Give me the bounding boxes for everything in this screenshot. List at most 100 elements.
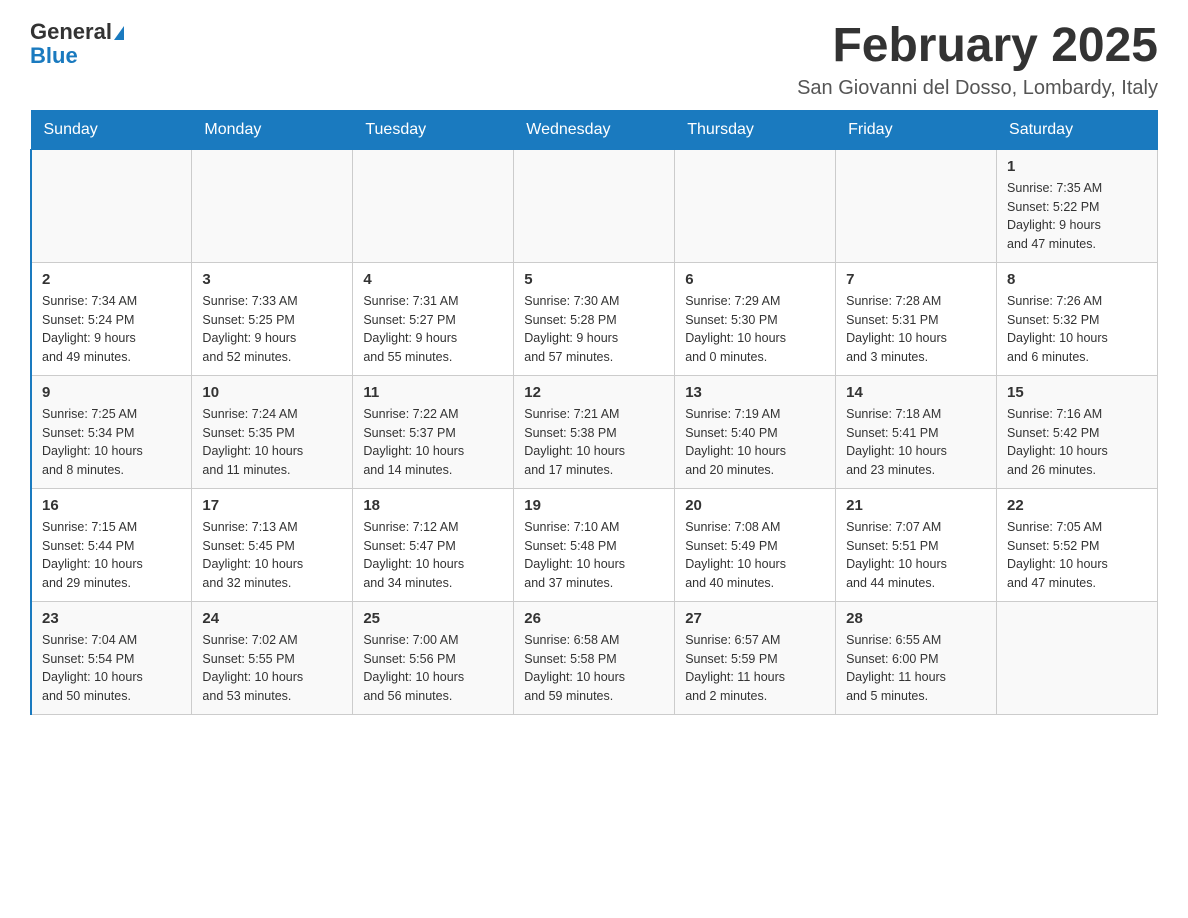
weekday-header-monday: Monday xyxy=(192,110,353,149)
calendar-cell: 5Sunrise: 7:30 AM Sunset: 5:28 PM Daylig… xyxy=(514,262,675,375)
weekday-header-thursday: Thursday xyxy=(675,110,836,149)
calendar-cell xyxy=(192,149,353,262)
day-info: Sunrise: 7:35 AM Sunset: 5:22 PM Dayligh… xyxy=(1007,179,1147,254)
day-info: Sunrise: 7:15 AM Sunset: 5:44 PM Dayligh… xyxy=(42,518,181,593)
day-number: 27 xyxy=(685,610,825,627)
day-info: Sunrise: 7:04 AM Sunset: 5:54 PM Dayligh… xyxy=(42,631,181,706)
day-info: Sunrise: 7:13 AM Sunset: 5:45 PM Dayligh… xyxy=(202,518,342,593)
day-info: Sunrise: 7:08 AM Sunset: 5:49 PM Dayligh… xyxy=(685,518,825,593)
logo-blue-text: Blue xyxy=(30,44,124,68)
day-number: 15 xyxy=(1007,384,1147,401)
calendar-cell: 28 Sunrise: 6:55 AM Sunset: 6:00 PM Dayli… xyxy=(836,601,997,714)
page-title: February 2025 xyxy=(797,20,1158,73)
weekday-header-wednesday: Wednesday xyxy=(514,110,675,149)
calendar-cell xyxy=(31,149,192,262)
day-number: 5 xyxy=(524,271,664,288)
day-number: 4 xyxy=(363,271,503,288)
weekday-header-saturday: Saturday xyxy=(997,110,1158,149)
day-info: Sunrise: 7:12 AM Sunset: 5:47 PM Dayligh… xyxy=(363,518,503,593)
calendar-cell: 6 Sunrise: 7:29 AM Sunset: 5:30 PM Daylig… xyxy=(675,262,836,375)
day-number: 7 xyxy=(846,271,986,288)
calendar-cell: 4Sunrise: 7:31 AM Sunset: 5:27 PM Daylig… xyxy=(353,262,514,375)
calendar-cell: 13 Sunrise: 7:19 AM Sunset: 5:40 PM Dayli… xyxy=(675,375,836,488)
calendar-cell: 9 Sunrise: 7:25 AM Sunset: 5:34 PM Daylig… xyxy=(31,375,192,488)
day-info: Sunrise: 7:16 AM Sunset: 5:42 PM Dayligh… xyxy=(1007,405,1147,480)
day-number: 17 xyxy=(202,497,342,514)
day-number: 8 xyxy=(1007,271,1147,288)
day-info: Sunrise: 7:24 AM Sunset: 5:35 PM Dayligh… xyxy=(202,405,342,480)
page-header: General Blue February 2025 San Giovanni … xyxy=(30,20,1158,100)
calendar-week-row: 1 Sunrise: 7:35 AM Sunset: 5:22 PM Daylig… xyxy=(31,149,1158,262)
day-number: 16 xyxy=(42,497,181,514)
page-subtitle: San Giovanni del Dosso, Lombardy, Italy xyxy=(797,77,1158,100)
calendar-week-row: 16 Sunrise: 7:15 AM Sunset: 5:44 PM Dayli… xyxy=(31,488,1158,601)
calendar-week-row: 9 Sunrise: 7:25 AM Sunset: 5:34 PM Daylig… xyxy=(31,375,1158,488)
day-info: Sunrise: 7:26 AM Sunset: 5:32 PM Dayligh… xyxy=(1007,292,1147,367)
day-info: Sunrise: 7:21 AM Sunset: 5:38 PM Dayligh… xyxy=(524,405,664,480)
day-info: Sunrise: 6:57 AM Sunset: 5:59 PM Dayligh… xyxy=(685,631,825,706)
day-number: 25 xyxy=(363,610,503,627)
day-number: 23 xyxy=(42,610,181,627)
title-block: February 2025 San Giovanni del Dosso, Lo… xyxy=(797,20,1158,100)
day-number: 12 xyxy=(524,384,664,401)
day-number: 28 xyxy=(846,610,986,627)
day-number: 11 xyxy=(363,384,503,401)
day-number: 6 xyxy=(685,271,825,288)
weekday-header-row: SundayMondayTuesdayWednesdayThursdayFrid… xyxy=(31,110,1158,149)
day-info: Sunrise: 7:19 AM Sunset: 5:40 PM Dayligh… xyxy=(685,405,825,480)
calendar-cell: 21 Sunrise: 7:07 AM Sunset: 5:51 PM Dayli… xyxy=(836,488,997,601)
calendar-cell: 16 Sunrise: 7:15 AM Sunset: 5:44 PM Dayli… xyxy=(31,488,192,601)
calendar-cell xyxy=(997,601,1158,714)
calendar-cell: 3Sunrise: 7:33 AM Sunset: 5:25 PM Daylig… xyxy=(192,262,353,375)
day-number: 24 xyxy=(202,610,342,627)
day-number: 14 xyxy=(846,384,986,401)
calendar-table: SundayMondayTuesdayWednesdayThursdayFrid… xyxy=(30,110,1158,715)
calendar-cell: 15 Sunrise: 7:16 AM Sunset: 5:42 PM Dayli… xyxy=(997,375,1158,488)
day-number: 1 xyxy=(1007,158,1147,175)
logo: General Blue xyxy=(30,20,124,68)
day-number: 26 xyxy=(524,610,664,627)
day-info: Sunrise: 7:34 AM Sunset: 5:24 PM Dayligh… xyxy=(42,292,181,367)
day-number: 21 xyxy=(846,497,986,514)
calendar-cell: 7 Sunrise: 7:28 AM Sunset: 5:31 PM Daylig… xyxy=(836,262,997,375)
day-number: 3 xyxy=(202,271,342,288)
calendar-cell: 11 Sunrise: 7:22 AM Sunset: 5:37 PM Dayli… xyxy=(353,375,514,488)
day-number: 13 xyxy=(685,384,825,401)
calendar-cell: 19 Sunrise: 7:10 AM Sunset: 5:48 PM Dayli… xyxy=(514,488,675,601)
day-number: 20 xyxy=(685,497,825,514)
day-info: Sunrise: 6:58 AM Sunset: 5:58 PM Dayligh… xyxy=(524,631,664,706)
day-info: Sunrise: 7:05 AM Sunset: 5:52 PM Dayligh… xyxy=(1007,518,1147,593)
day-info: Sunrise: 6:55 AM Sunset: 6:00 PM Dayligh… xyxy=(846,631,986,706)
calendar-cell xyxy=(675,149,836,262)
calendar-week-row: 23 Sunrise: 7:04 AM Sunset: 5:54 PM Dayli… xyxy=(31,601,1158,714)
logo-general-text: General xyxy=(30,19,112,44)
calendar-week-row: 2 Sunrise: 7:34 AM Sunset: 5:24 PM Daylig… xyxy=(31,262,1158,375)
calendar-cell: 26 Sunrise: 6:58 AM Sunset: 5:58 PM Dayli… xyxy=(514,601,675,714)
calendar-cell: 22Sunrise: 7:05 AM Sunset: 5:52 PM Dayli… xyxy=(997,488,1158,601)
calendar-cell: 18Sunrise: 7:12 AM Sunset: 5:47 PM Dayli… xyxy=(353,488,514,601)
calendar-cell: 1 Sunrise: 7:35 AM Sunset: 5:22 PM Daylig… xyxy=(997,149,1158,262)
weekday-header-friday: Friday xyxy=(836,110,997,149)
day-number: 9 xyxy=(42,384,181,401)
calendar-cell: 23 Sunrise: 7:04 AM Sunset: 5:54 PM Dayli… xyxy=(31,601,192,714)
day-info: Sunrise: 7:29 AM Sunset: 5:30 PM Dayligh… xyxy=(685,292,825,367)
calendar-cell: 27 Sunrise: 6:57 AM Sunset: 5:59 PM Dayli… xyxy=(675,601,836,714)
day-info: Sunrise: 7:10 AM Sunset: 5:48 PM Dayligh… xyxy=(524,518,664,593)
logo-triangle-icon xyxy=(114,26,124,40)
calendar-cell xyxy=(514,149,675,262)
calendar-cell: 20 Sunrise: 7:08 AM Sunset: 5:49 PM Dayli… xyxy=(675,488,836,601)
day-number: 2 xyxy=(42,271,181,288)
day-info: Sunrise: 7:02 AM Sunset: 5:55 PM Dayligh… xyxy=(202,631,342,706)
day-info: Sunrise: 7:22 AM Sunset: 5:37 PM Dayligh… xyxy=(363,405,503,480)
day-info: Sunrise: 7:28 AM Sunset: 5:31 PM Dayligh… xyxy=(846,292,986,367)
calendar-cell xyxy=(836,149,997,262)
day-info: Sunrise: 7:18 AM Sunset: 5:41 PM Dayligh… xyxy=(846,405,986,480)
weekday-header-sunday: Sunday xyxy=(31,110,192,149)
calendar-cell: 12 Sunrise: 7:21 AM Sunset: 5:38 PM Dayli… xyxy=(514,375,675,488)
day-info: Sunrise: 7:07 AM Sunset: 5:51 PM Dayligh… xyxy=(846,518,986,593)
calendar-cell: 17 Sunrise: 7:13 AM Sunset: 5:45 PM Dayli… xyxy=(192,488,353,601)
calendar-cell: 14 Sunrise: 7:18 AM Sunset: 5:41 PM Dayli… xyxy=(836,375,997,488)
day-info: Sunrise: 7:25 AM Sunset: 5:34 PM Dayligh… xyxy=(42,405,181,480)
day-number: 19 xyxy=(524,497,664,514)
calendar-cell: 25Sunrise: 7:00 AM Sunset: 5:56 PM Dayli… xyxy=(353,601,514,714)
